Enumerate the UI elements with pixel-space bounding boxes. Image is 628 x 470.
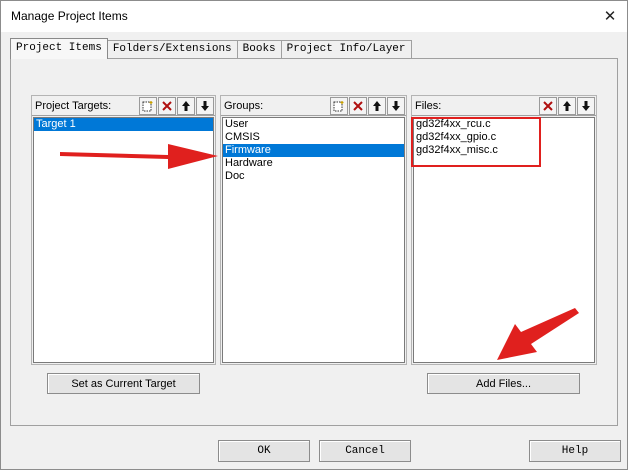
move-down-icon[interactable] (387, 96, 405, 115)
list-item[interactable]: User (223, 118, 404, 131)
move-up-icon[interactable] (368, 96, 386, 115)
groups-label: Groups: (224, 99, 264, 112)
tab-project-items[interactable]: Project Items (10, 38, 108, 59)
move-up-icon[interactable] (177, 96, 195, 115)
title-bar: Manage Project Items ✕ (1, 1, 627, 32)
tab-project-info-layer[interactable]: Project Info/Layer (280, 40, 412, 59)
list-item[interactable]: Doc (223, 170, 404, 183)
set-as-current-target-button[interactable]: Set as Current Target (47, 373, 200, 394)
delete-icon[interactable] (349, 96, 367, 115)
groups-list[interactable]: User CMSIS Firmware Hardware Doc (222, 117, 405, 363)
files-label: Files: (415, 99, 442, 112)
project-targets-header: Project Targets: (32, 96, 215, 116)
window-title: Manage Project Items (11, 9, 128, 23)
files-header: Files: (412, 96, 596, 116)
move-down-icon[interactable] (577, 96, 595, 115)
list-item[interactable]: Hardware (223, 157, 404, 170)
add-files-button[interactable]: Add Files... (427, 373, 580, 394)
arrow-to-firmware (60, 144, 218, 169)
tab-books[interactable]: Books (236, 40, 282, 59)
list-item[interactable]: CMSIS (223, 131, 404, 144)
move-down-icon[interactable] (196, 96, 214, 115)
delete-icon[interactable] (539, 96, 557, 115)
move-up-icon[interactable] (558, 96, 576, 115)
list-item[interactable]: Target 1 (34, 118, 213, 131)
tab-folders-extensions[interactable]: Folders/Extensions (106, 40, 238, 59)
files-highlight-box (411, 117, 541, 167)
manage-project-items-dialog: Manage Project Items ✕ Project Items Fol… (0, 0, 628, 470)
arrow-to-add-files (497, 308, 579, 360)
new-item-icon[interactable] (139, 96, 157, 115)
delete-icon[interactable] (158, 96, 176, 115)
cancel-button[interactable]: Cancel (319, 440, 411, 462)
help-button[interactable]: Help (529, 440, 621, 462)
project-targets-label: Project Targets: (35, 99, 112, 112)
new-item-icon[interactable] (330, 96, 348, 115)
groups-header: Groups: (221, 96, 406, 116)
groups-panel: Groups: User CMSIS Firmware Hardware Doc (220, 95, 407, 365)
ok-button[interactable]: OK (218, 440, 310, 462)
close-icon[interactable]: ✕ (599, 5, 621, 27)
list-item[interactable]: Firmware (223, 144, 404, 157)
tab-strip: Project Items Folders/Extensions Books P… (10, 38, 412, 59)
